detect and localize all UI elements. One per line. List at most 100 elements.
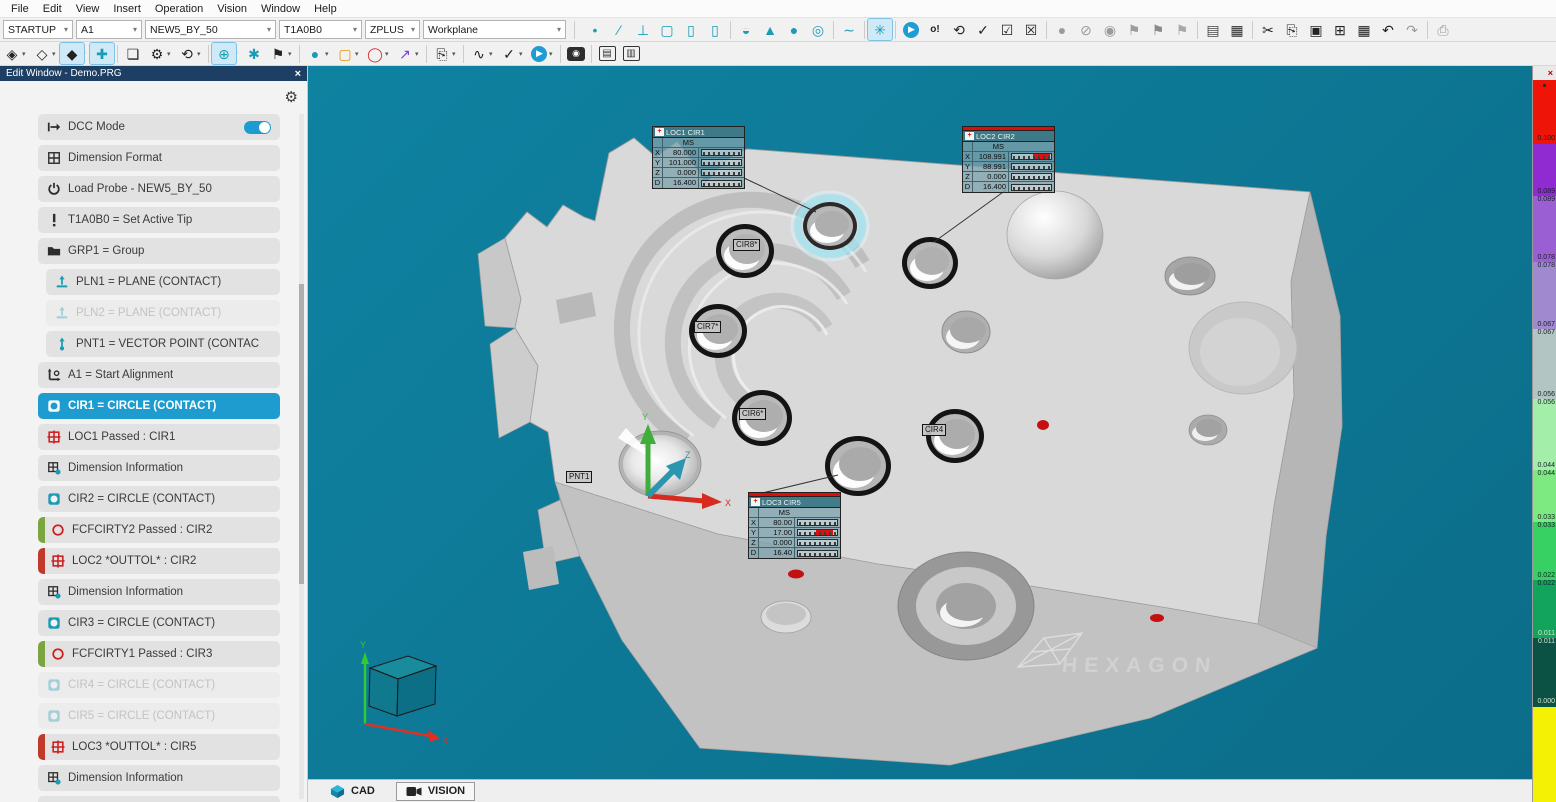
list-item[interactable]: LOC3 *OUTTOL* : CIR5 [38, 734, 280, 760]
curve-feature-icon[interactable]: ∼ [837, 19, 861, 40]
probe-file-select[interactable]: STARTUP▾ [3, 20, 73, 39]
menu-insert[interactable]: Insert [106, 2, 148, 16]
square-slot-feature-icon[interactable]: ▯ [679, 19, 703, 40]
marked-sets-icon[interactable]: ☑ [995, 19, 1019, 40]
list-item[interactable]: Dimension Information [38, 455, 280, 481]
continue-icon[interactable]: ◉ [1098, 19, 1122, 40]
torus-feature-icon[interactable]: ◎ [806, 19, 830, 40]
measurement-path-icon[interactable]: ∿ [467, 43, 491, 64]
point-feature-icon[interactable]: • [583, 19, 607, 40]
menu-operation[interactable]: Operation [148, 2, 210, 16]
paste-icon[interactable]: ▣ [1304, 19, 1328, 40]
workplane-label-select[interactable]: Workplane▾ [423, 20, 566, 39]
execute-from-cursor-icon[interactable]: o! [923, 19, 947, 40]
edit-window-scrollbar[interactable] [299, 114, 304, 799]
bookmark-add-icon[interactable]: ⚑ [1146, 19, 1170, 40]
feature-label[interactable]: PNT1 [566, 471, 592, 483]
list-item[interactable]: LOC1 Passed : CIR1 [38, 424, 280, 450]
list-item[interactable]: LOC2 *OUTTOL* : CIR2 [38, 548, 280, 574]
menu-file[interactable]: File [4, 2, 36, 16]
duplicate-icon[interactable]: ⎘ [430, 43, 454, 64]
print-icon[interactable]: ⎙ [1431, 19, 1455, 40]
sphere-view-icon[interactable]: ● [303, 43, 327, 64]
list-item[interactable]: DCC Mode [38, 114, 280, 140]
menu-help[interactable]: Help [307, 2, 344, 16]
menu-view[interactable]: View [69, 2, 107, 16]
feature-label[interactable]: CIR8* [733, 239, 760, 251]
workplane-select[interactable]: ZPLUS▾ [365, 20, 420, 39]
copy-icon[interactable]: ⎘ [1280, 19, 1304, 40]
fit-view-icon[interactable]: ✚ [90, 43, 114, 64]
tip-select[interactable]: T1A0B0▾ [279, 20, 362, 39]
break-icon[interactable]: ⊘ [1074, 19, 1098, 40]
stop-icon[interactable]: ● [1050, 19, 1074, 40]
list-item[interactable]: A1 = Start Alignment [38, 362, 280, 388]
list-item[interactable]: Load Probe - NEW5_BY_50 [38, 176, 280, 202]
list-item[interactable]: CIR2 = CIRCLE (CONTACT) [38, 486, 280, 512]
list-item[interactable]: PLN1 = PLANE (CONTACT) [46, 269, 280, 295]
circle-gauge-icon[interactable]: ◯ [363, 43, 387, 64]
list-item[interactable]: Dimension Format [38, 145, 280, 171]
loc3-table[interactable]: +LOC3 CIR5MS X80.00 Y17.00 Z0.000 D16.40 [748, 492, 841, 559]
round-slot-feature-icon[interactable]: ▢ [655, 19, 679, 40]
notch-feature-icon[interactable]: ▯ [703, 19, 727, 40]
sphere-feature-icon[interactable]: ● [782, 19, 806, 40]
list-item[interactable]: T1A0B0 = Set Active Tip [38, 207, 280, 233]
paste-pattern-icon[interactable]: ⊞ [1328, 19, 1352, 40]
feature-label[interactable]: CIR7* [694, 321, 721, 333]
clear-marks-icon[interactable]: ☒ [1019, 19, 1043, 40]
list-item[interactable]: CIR3 = CIRCLE (CONTACT) [38, 610, 280, 636]
box-gauge-icon[interactable]: ▢ [333, 43, 357, 64]
dcc-mode-toggle[interactable] [244, 121, 271, 134]
list-item[interactable]: FCFCIRTY1 Passed : CIR3 [38, 641, 280, 667]
list-item[interactable]: CIR5 = CIRCLE (CONTACT) [38, 703, 280, 729]
mark-check-icon[interactable]: ✓ [971, 19, 995, 40]
alignment-select[interactable]: A1▾ [76, 20, 142, 39]
report-io-icon[interactable]: ▤ [595, 43, 619, 64]
translate-view-icon[interactable]: ⊕ [212, 43, 236, 64]
auto-feature-icon[interactable]: ✳ [868, 19, 892, 40]
cad-viewport[interactable]: HEXAGON Y X Z Y [308, 66, 1532, 779]
list-item[interactable]: PLN2 = PLANE (CONTACT) [46, 300, 280, 326]
verify-icon[interactable]: ✓ [497, 43, 521, 64]
gear-icon[interactable]: ⚙ [285, 88, 298, 106]
view-setup-icon[interactable]: ◈ [0, 43, 24, 64]
list-item[interactable]: Dimension Information [38, 765, 280, 791]
close-colorscale-icon[interactable]: × [1548, 68, 1553, 78]
execute-program-icon[interactable]: ▶ [899, 19, 923, 40]
list-item[interactable]: CIR1 = CIRCLE (CONTACT) [38, 393, 280, 419]
quick-feature-icon[interactable]: ↗ [393, 43, 417, 64]
wireframe-view-icon[interactable]: ◇ [30, 43, 54, 64]
tab-cad[interactable]: CAD [321, 782, 384, 801]
comment-icon[interactable]: ❏ [121, 43, 145, 64]
loc1-table[interactable]: +LOC1 CIR1MS X80.000 Y101.000 Z0.000 D16… [652, 126, 745, 189]
tab-vision[interactable]: VISION [396, 782, 475, 801]
feature-label[interactable]: CIR4 [922, 424, 946, 436]
report-window-icon[interactable]: ▤ [1201, 19, 1225, 40]
optimize-path-icon[interactable]: ⚙ [145, 43, 169, 64]
line-feature-icon[interactable]: ∕ [607, 19, 631, 40]
list-item[interactable]: CIR6 = CIRCLE (CONTACT) [38, 796, 280, 802]
list-item[interactable]: CIR4 = CIRCLE (CONTACT) [38, 672, 280, 698]
report-graph-icon[interactable]: ▥ [619, 43, 643, 64]
pattern-icon[interactable]: ▦ [1352, 19, 1376, 40]
loc2-table[interactable]: +LOC2 CIR2MS X108.991 Y88.991 Z0.000 D16… [962, 126, 1055, 193]
list-item[interactable]: GRP1 = Group [38, 238, 280, 264]
list-item[interactable]: FCFCIRTY2 Passed : CIR2 [38, 517, 280, 543]
redo-icon[interactable]: ↷ [1400, 19, 1424, 40]
menu-vision[interactable]: Vision [210, 2, 254, 16]
menu-edit[interactable]: Edit [36, 2, 69, 16]
bookmark-icon[interactable]: ⚑ [1122, 19, 1146, 40]
probe-select[interactable]: NEW5_BY_50▾ [145, 20, 276, 39]
close-icon[interactable]: × [295, 68, 301, 80]
probe-options-icon[interactable]: ⚑ [266, 43, 290, 64]
undo-icon[interactable]: ↶ [1376, 19, 1400, 40]
cylinder-feature-icon[interactable]: ◒ [734, 19, 758, 40]
snapshot-icon[interactable]: ◉ [564, 43, 588, 64]
solid-view-icon[interactable]: ◆ [60, 43, 84, 64]
report-template-icon[interactable]: ▦ [1225, 19, 1249, 40]
execute-icon[interactable]: ▶ [527, 43, 551, 64]
loop-icon[interactable]: ⟲ [947, 19, 971, 40]
cone-feature-icon[interactable]: ▲ [758, 19, 782, 40]
list-item[interactable]: PNT1 = VECTOR POINT (CONTAC [46, 331, 280, 357]
